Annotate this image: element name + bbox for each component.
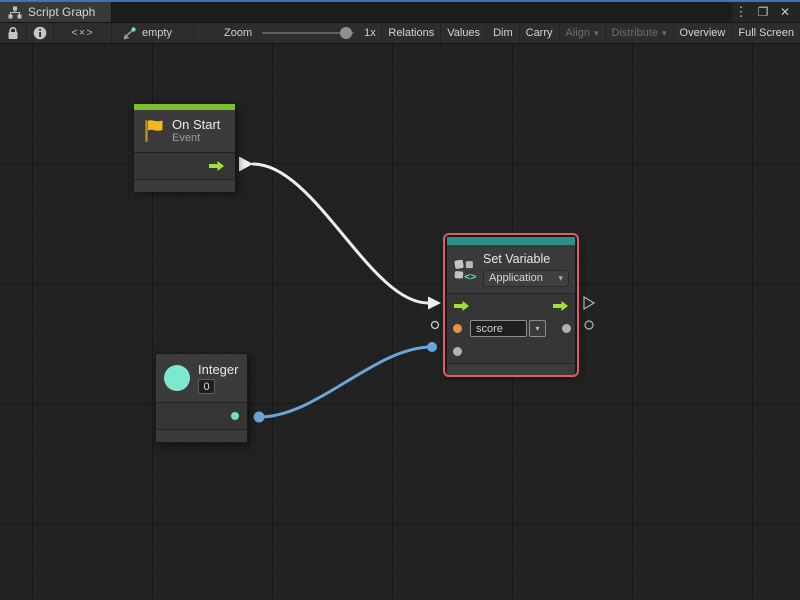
flag-icon [142,118,164,144]
window-menu-icon[interactable]: ⋮ [732,4,750,20]
value-output-port[interactable] [562,324,571,333]
align-label: Align [566,27,590,39]
integer-ports [156,403,247,429]
code-icon: <×> [71,27,93,39]
value-port-row [447,340,575,363]
chevron-down-icon: ▾ [558,273,563,284]
node-title: Integer [198,362,238,377]
selection-status-label: empty [142,27,172,39]
on-start-header: On Start Event [134,110,235,152]
code-view-button[interactable]: <×> [54,23,112,43]
node-on-start[interactable]: On Start Event [133,103,236,191]
node-footer [156,430,247,442]
info-button[interactable] [27,23,54,43]
graph-toolbar: <×> empty Zoom 1x Relations Values [0,22,800,44]
variable-color-bar [447,237,575,245]
value-output-port-marker[interactable] [585,321,593,329]
variable-name-field[interactable]: score [470,320,527,337]
value-input-port[interactable] [453,347,462,356]
integer-type-icon [164,365,190,391]
set-variable-ports: score ▾ [447,294,575,363]
flow-output-port[interactable] [552,300,569,312]
full-screen-button[interactable]: Full Screen [731,23,800,43]
flow-output-port[interactable] [208,160,225,172]
tab-title: Script Graph [28,5,95,19]
node-title: Set Variable [483,252,569,267]
name-port-row: score ▾ [447,317,575,340]
integer-value-field[interactable]: 0 [198,379,215,394]
svg-text:<>: <> [464,270,476,283]
control-wire-start-arrow [239,157,253,172]
carry-label: Carry [526,27,553,39]
window-controls: ⋮ ❐ ✕ [732,2,800,22]
node-integer[interactable]: Integer 0 [155,353,248,443]
toolbar-buttons: Relations Values Dim Carry Align ▾ Distr… [381,23,800,43]
variable-name-dropdown-button[interactable]: ▾ [529,320,546,337]
graph-hierarchy-icon [8,6,22,19]
zoom-value: 1x [364,27,376,39]
flow-output-port-marker[interactable] [584,297,594,309]
control-wire[interactable] [253,164,428,303]
relations-button[interactable]: Relations [381,23,440,43]
zoom-label: Zoom [224,27,252,39]
close-icon[interactable]: ✕ [776,5,794,19]
set-variable-header: <> Set Variable Application ▾ [447,245,575,293]
distribute-label: Distribute [612,27,658,39]
zoom-slider-handle[interactable] [340,27,352,39]
selection-status: empty [112,23,194,43]
scope-value: Application [489,272,543,284]
integer-value: 0 [203,381,209,393]
chevron-down-icon: ▾ [535,324,539,333]
tab-script-graph[interactable]: Script Graph [0,2,112,22]
value-wire[interactable] [259,347,432,417]
align-button: Align ▾ [559,23,605,43]
integer-header: Integer 0 [156,354,247,402]
variable-scope-dropdown[interactable]: Application ▾ [483,270,569,287]
node-subtitle: Event [172,132,220,145]
info-icon [33,26,47,40]
flow-input-port[interactable] [453,300,470,312]
on-start-ports [134,153,235,179]
lock-icon [7,26,19,40]
overview-label: Overview [680,27,726,39]
distribute-button: Distribute ▾ [605,23,673,43]
chevron-down-icon: ▾ [594,28,599,39]
selection-pointer-icon [122,27,136,40]
maximize-icon[interactable]: ❐ [754,5,772,19]
values-label: Values [447,27,480,39]
control-wire-end-arrow [428,297,441,310]
lock-button[interactable] [0,23,27,43]
carry-button[interactable]: Carry [519,23,559,43]
zoom-slider[interactable] [262,32,354,34]
unconnected-input-port-marker[interactable] [432,322,439,329]
dim-label: Dim [493,27,513,39]
node-footer [447,364,575,375]
flow-port-row [447,294,575,317]
value-wire-end-dot [427,342,437,352]
tab-bar: Script Graph ⋮ ❐ ✕ [0,2,800,22]
overview-button[interactable]: Overview [673,23,732,43]
wire-layer [0,44,800,600]
dim-button[interactable]: Dim [486,23,519,43]
relations-label: Relations [388,27,434,39]
node-footer [134,180,235,192]
variable-name-input-port[interactable] [453,324,462,333]
values-button[interactable]: Values [440,23,486,43]
variable-name-value: score [476,323,503,335]
variables-icon: <> [453,256,476,283]
node-title: On Start [172,117,220,132]
full-screen-label: Full Screen [738,27,794,39]
graph-canvas[interactable]: On Start Event <> [0,44,800,600]
node-set-variable[interactable]: <> Set Variable Application ▾ [446,236,576,374]
chevron-down-icon: ▾ [662,28,667,39]
integer-output-port[interactable] [231,412,239,420]
zoom-control: Zoom 1x [224,23,376,43]
script-graph-window: Script Graph ⋮ ❐ ✕ <×> [0,0,800,600]
value-wire-start-dot [254,412,265,423]
